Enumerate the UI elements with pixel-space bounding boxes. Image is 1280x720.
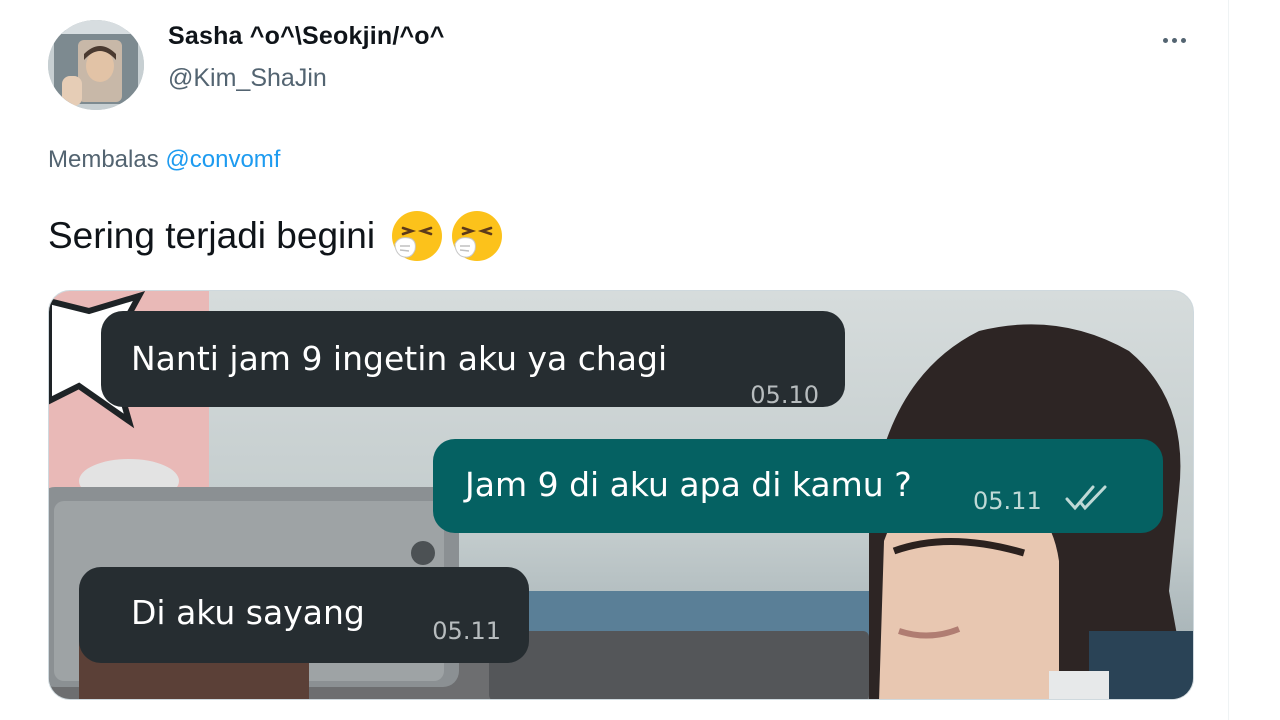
double-check-icon (1065, 485, 1107, 511)
message-text: Jam 9 di aku apa di kamu ? (465, 465, 912, 504)
sneezing-face-emoji (451, 210, 503, 262)
message-text: Di aku sayang (131, 593, 365, 632)
message-time: 05.11 (973, 487, 1042, 515)
sneezing-face-emoji (391, 210, 443, 262)
message-text: Nanti jam 9 ingetin aku ya chagi (131, 339, 668, 378)
reply-mention-link[interactable]: @convomf (165, 146, 280, 173)
tweet-text-content: Sering terjadi begini (48, 215, 376, 256)
message-time: 05.11 (432, 617, 501, 645)
tweet-text: Sering terjadi begini (48, 210, 503, 262)
tweet-media[interactable]: Nanti jam 9 ingetin aku ya chagi 05.10 J… (48, 290, 1194, 700)
chat-message-incoming: Di aku sayang 05.11 (79, 567, 529, 663)
reply-prefix: Membalas (48, 146, 159, 173)
reply-context: Membalas @convomf (48, 146, 280, 174)
user-handle[interactable]: @Kim_ShaJin (168, 64, 327, 93)
message-time: 05.10 (750, 381, 819, 409)
more-options-icon[interactable] (1150, 24, 1198, 56)
avatar[interactable] (48, 20, 144, 110)
display-name[interactable]: Sasha ^o^\Seokjin/^o^ (168, 22, 445, 51)
chat-message-incoming: Nanti jam 9 ingetin aku ya chagi 05.10 (101, 311, 845, 409)
chat-message-outgoing: Jam 9 di aku apa di kamu ? 05.11 (433, 439, 1163, 533)
timeline-divider (1228, 0, 1229, 720)
